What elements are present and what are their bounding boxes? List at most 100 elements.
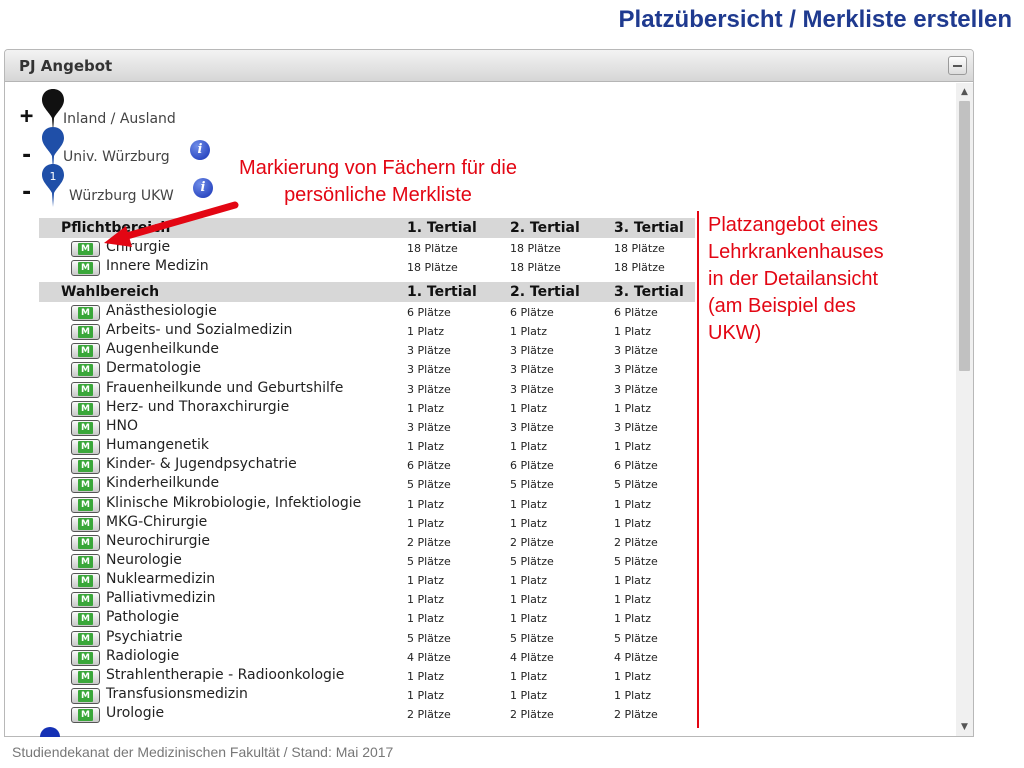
column-header-tertial-3: 3. Tertial (614, 284, 684, 300)
subject-name: Innere Medizin (106, 258, 209, 275)
places-tertial-1: 3 Plätze (407, 382, 451, 396)
scroll-down-arrow-icon[interactable]: ▼ (956, 720, 973, 734)
slide-title: Platzübersicht / Merkliste erstellen (618, 6, 1012, 33)
add-to-merkliste-button[interactable] (71, 592, 100, 609)
add-to-merkliste-button[interactable] (71, 343, 100, 360)
places-tertial-1: 1 Platz (407, 325, 445, 339)
places-tertial-2: 6 Plätze (510, 459, 554, 473)
subject-row: Humangenetik 1 Platz 1 Platz 1 Platz (39, 437, 695, 456)
add-to-merkliste-button[interactable] (71, 458, 100, 475)
places-tertial-2: 5 Plätze (510, 478, 554, 492)
places-tertial-1: 1 Platz (407, 516, 445, 530)
places-tertial-3: 4 Plätze (614, 650, 658, 664)
places-tertial-3: 5 Plätze (614, 631, 658, 645)
subject-name: Kinderheilkunde (106, 475, 220, 492)
places-tertial-2: 1 Platz (510, 325, 548, 339)
annotation-line: Platzangebot eines (708, 214, 879, 236)
places-tertial-1: 1 Platz (407, 497, 445, 511)
places-tertial-1: 2 Plätze (407, 708, 451, 722)
places-tertial-1: 5 Plätze (407, 554, 451, 568)
info-icon[interactable]: i (190, 140, 210, 160)
add-to-merkliste-button[interactable] (71, 400, 100, 417)
add-to-merkliste-button[interactable] (71, 381, 100, 398)
places-tertial-3: 5 Plätze (614, 554, 658, 568)
places-tertial-2: 1 Platz (510, 401, 548, 415)
add-to-merkliste-button[interactable] (71, 707, 100, 724)
places-tertial-1: 1 Platz (407, 689, 445, 702)
expand-toggle-inland[interactable]: + (20, 106, 33, 128)
add-to-merkliste-button[interactable] (71, 553, 100, 570)
add-to-merkliste-button[interactable] (71, 515, 100, 532)
annotation-line: persönliche Merkliste (284, 184, 472, 206)
add-to-merkliste-button[interactable] (71, 324, 100, 341)
add-to-merkliste-button[interactable] (71, 419, 100, 436)
subject-name: Neurochirurgie (106, 532, 210, 549)
subject-name: Pathologie (106, 609, 180, 626)
places-tertial-2: 18 Plätze (510, 261, 561, 275)
places-tertial-1: 1 Platz (407, 574, 445, 588)
collapse-button[interactable] (948, 56, 967, 75)
collapse-toggle-ukw[interactable]: - (20, 182, 33, 204)
add-to-merkliste-button[interactable] (71, 439, 100, 456)
info-icon[interactable]: i (193, 178, 213, 198)
places-tertial-2: 1 Platz (510, 440, 548, 454)
places-tertial-3: 1 Platz (614, 669, 652, 683)
subject-row: Psychiatrie 5 Plätze 5 Plätze 5 Plätze (39, 629, 695, 648)
places-tertial-2: 1 Platz (510, 689, 548, 702)
places-tertial-3: 6 Plätze (614, 459, 658, 473)
map-pin-numbered-icon: 1 (42, 164, 64, 207)
add-to-merkliste-button[interactable] (71, 630, 100, 647)
add-to-merkliste-button[interactable] (71, 649, 100, 666)
add-to-merkliste-button[interactable] (71, 573, 100, 590)
places-tertial-2: 5 Plätze (510, 631, 554, 645)
places-tertial-3: 1 Platz (614, 574, 652, 588)
places-tertial-1: 1 Platz (407, 669, 445, 683)
add-to-merkliste-button[interactable] (71, 611, 100, 628)
add-to-merkliste-button[interactable] (71, 362, 100, 379)
subject-name: Humangenetik (106, 437, 209, 454)
vertical-scrollbar[interactable]: ▲ ▼ (956, 83, 973, 736)
add-to-merkliste-button[interactable] (71, 534, 100, 551)
add-to-merkliste-button[interactable] (71, 496, 100, 513)
collapse-toggle-univ[interactable]: - (20, 145, 33, 167)
tree-label-univ-wuerzburg[interactable]: Univ. Würzburg (63, 149, 170, 165)
subject-row: Augenheilkunde 3 Plätze 3 Plätze 3 Plätze (39, 341, 695, 360)
annotation-arrow-icon (104, 201, 239, 247)
subject-name: Herz- und Thoraxchirurgie (106, 398, 290, 415)
scroll-up-arrow-icon[interactable]: ▲ (956, 85, 973, 99)
places-tertial-2: 6 Plätze (510, 306, 554, 319)
add-to-merkliste-button[interactable] (71, 305, 100, 321)
subject-name: Klinische Mikrobiologie, Infektiologie (106, 494, 362, 511)
add-to-merkliste-button[interactable] (71, 668, 100, 685)
places-tertial-1: 5 Plätze (407, 478, 451, 492)
places-tertial-3: 3 Plätze (614, 363, 658, 377)
subject-name: Palliativmedizin (106, 590, 216, 607)
subject-name: Dermatologie (106, 360, 202, 377)
subject-row: Frauenheilkunde und Geburtshilfe 3 Plätze… (39, 380, 695, 399)
add-to-merkliste-button[interactable] (71, 688, 100, 704)
tree-label-inland-ausland[interactable]: Inland / Ausland (63, 111, 176, 127)
places-tertial-1: 4 Plätze (407, 650, 451, 664)
places-tertial-1: 1 Platz (407, 440, 445, 454)
places-tertial-1: 3 Plätze (407, 363, 451, 377)
subject-name: Neurologie (106, 551, 182, 568)
places-tertial-1: 1 Platz (407, 401, 445, 415)
places-tertial-2: 1 Platz (510, 574, 548, 588)
subject-name: Arbeits- und Sozialmedizin (106, 322, 293, 339)
annotation-line: Lehrkrankenhauses (708, 241, 884, 263)
places-tertial-3: 1 Platz (614, 516, 652, 530)
subject-row: Kinderheilkunde 5 Plätze 5 Plätze 5 Plätze (39, 475, 695, 494)
subject-row: Neurologie 5 Plätze 5 Plätze 5 Plätze (39, 552, 695, 571)
places-tertial-3: 1 Platz (614, 497, 652, 511)
add-to-merkliste-button[interactable] (71, 477, 100, 494)
places-tertial-2: 2 Plätze (510, 535, 554, 549)
places-tertial-3: 1 Platz (614, 689, 652, 702)
slide-footer: Studiendekanat der Medizinischen Fakultä… (12, 744, 394, 760)
add-to-merkliste-button[interactable] (71, 260, 100, 277)
places-tertial-2: 4 Plätze (510, 650, 554, 664)
subject-row: HNO 3 Plätze 3 Plätze 3 Plätze (39, 418, 695, 437)
subject-row: Arbeits- und Sozialmedizin 1 Platz 1 Platz… (39, 322, 695, 341)
subject-name: Urologie (106, 705, 165, 722)
scroll-thumb[interactable] (959, 101, 970, 371)
places-tertial-3: 3 Plätze (614, 382, 658, 396)
